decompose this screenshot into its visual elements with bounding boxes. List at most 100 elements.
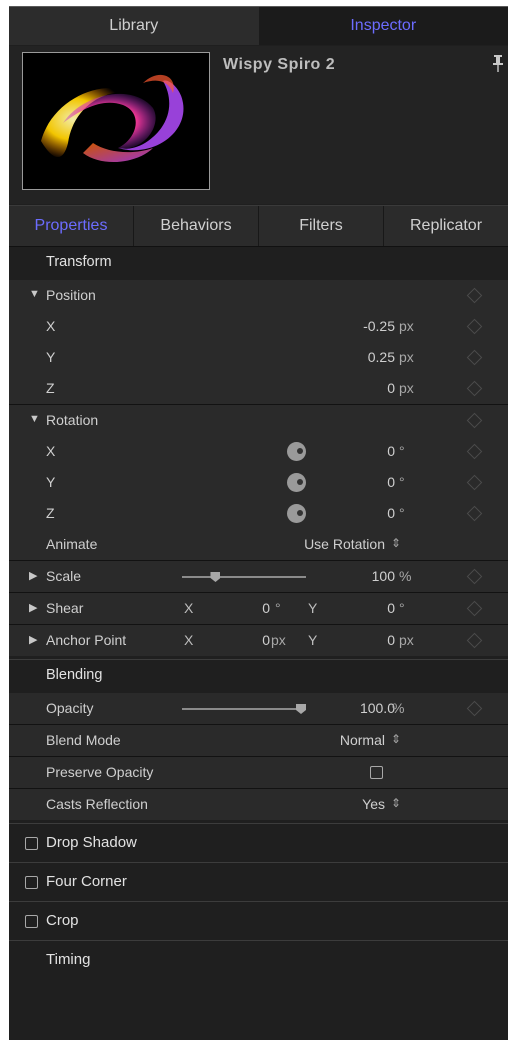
blend-mode-label: Blend Mode <box>46 732 121 748</box>
rotation-z-label: Z <box>46 505 55 521</box>
shear-row[interactable]: ▶ Shear X 0 ° Y 0 ° <box>9 593 508 624</box>
anchor-point-row[interactable]: ▶ Anchor Point X 0 px Y 0 px <box>9 625 508 656</box>
keyframe-icon[interactable] <box>466 380 483 397</box>
position-y-label: Y <box>46 349 56 365</box>
position-z-unit: px <box>399 380 414 396</box>
anchor-point-label: Anchor Point <box>46 632 127 648</box>
position-z-row: Z 0 px <box>9 373 508 404</box>
disclosure-open-icon[interactable]: ▼ <box>29 413 40 425</box>
tab-inspector[interactable]: Inspector <box>258 7 508 45</box>
drop-shadow-checkbox[interactable] <box>25 837 38 850</box>
anchor-x-unit: px <box>271 632 286 648</box>
blend-mode-popup-value[interactable]: Normal <box>340 732 385 748</box>
keyframe-icon[interactable] <box>466 443 483 460</box>
anchor-y-value[interactable]: 0 <box>387 632 395 648</box>
opacity-slider-track[interactable] <box>182 708 306 710</box>
rotation-x-row: X 0 ° <box>9 436 508 467</box>
rotation-y-value[interactable]: 0 <box>387 474 395 490</box>
animate-popup-value[interactable]: Use Rotation <box>304 536 385 552</box>
keyframe-icon[interactable] <box>466 700 483 717</box>
scale-label: Scale <box>46 568 82 584</box>
rotation-z-value[interactable]: 0 <box>387 505 395 521</box>
disclosure-closed-icon[interactable]: ▶ <box>29 633 37 646</box>
keyframe-icon[interactable] <box>466 287 483 304</box>
shear-y-label: Y <box>308 600 318 616</box>
disclosure-closed-icon[interactable]: ▶ <box>29 601 37 614</box>
shear-x-unit: ° <box>275 600 281 616</box>
opacity-unit: % <box>392 700 405 716</box>
keyframe-icon[interactable] <box>466 632 483 649</box>
position-row[interactable]: ▼ Position <box>9 280 508 311</box>
pin-icon[interactable] <box>491 54 505 74</box>
position-y-unit: px <box>399 349 414 365</box>
tab-library[interactable]: Library <box>9 7 259 45</box>
scale-unit: % <box>399 568 412 584</box>
scale-slider-track[interactable] <box>182 576 306 578</box>
position-z-value[interactable]: 0 <box>387 380 395 396</box>
position-label: Position <box>46 287 96 303</box>
tab-filters[interactable]: Filters <box>259 206 384 246</box>
opacity-slider-knob[interactable] <box>296 704 306 714</box>
keyframe-icon[interactable] <box>466 349 483 366</box>
blending-section-header[interactable]: Blending <box>9 660 508 693</box>
chevron-updown-icon[interactable]: ⇕ <box>391 732 401 746</box>
shear-y-value[interactable]: 0 <box>387 600 395 616</box>
four-corner-checkbox[interactable] <box>25 876 38 889</box>
opacity-value[interactable]: 100.0 <box>360 700 395 716</box>
preserve-opacity-row: Preserve Opacity <box>9 757 508 788</box>
position-y-value[interactable]: 0.25 <box>368 349 395 365</box>
disclosure-open-icon[interactable]: ▼ <box>29 288 40 300</box>
keyframe-icon[interactable] <box>466 318 483 335</box>
rotation-z-row: Z 0 ° <box>9 498 508 529</box>
transform-section-header[interactable]: Transform <box>9 247 508 280</box>
disclosure-closed-icon[interactable]: ▶ <box>29 569 37 582</box>
casts-reflection-popup-value[interactable]: Yes <box>362 796 385 812</box>
four-corner-section[interactable]: Four Corner <box>9 863 508 901</box>
sub-tab-bar: Properties Behaviors Filters Replicator <box>9 205 508 247</box>
rotation-z-unit: ° <box>399 505 405 521</box>
rotation-row[interactable]: ▼ Rotation <box>9 405 508 436</box>
wispy-spiro-preview-image <box>23 53 209 189</box>
animate-label: Animate <box>46 536 98 552</box>
crop-checkbox[interactable] <box>25 915 38 928</box>
rotation-x-unit: ° <box>399 443 405 459</box>
blending-heading: Blending <box>46 667 103 683</box>
rotation-dial-icon[interactable] <box>287 442 306 461</box>
shear-y-unit: ° <box>399 600 405 616</box>
shear-x-value[interactable]: 0 <box>262 600 270 616</box>
blend-mode-row: Blend Mode Normal ⇕ <box>9 725 508 756</box>
rotation-x-value[interactable]: 0 <box>387 443 395 459</box>
position-z-label: Z <box>46 380 55 396</box>
tab-replicator[interactable]: Replicator <box>384 206 508 246</box>
scale-row[interactable]: ▶ Scale 100 % <box>9 561 508 592</box>
rotation-dial-icon[interactable] <box>287 504 306 523</box>
position-x-unit: px <box>399 318 414 334</box>
keyframe-icon[interactable] <box>466 505 483 522</box>
anchor-x-value[interactable]: 0 <box>262 632 270 648</box>
rotation-x-label: X <box>46 443 56 459</box>
position-x-value[interactable]: -0.25 <box>363 318 395 334</box>
anchor-y-unit: px <box>399 632 414 648</box>
keyframe-icon[interactable] <box>466 568 483 585</box>
crop-section[interactable]: Crop <box>9 902 508 940</box>
timing-section[interactable]: Timing <box>9 941 508 979</box>
preserve-opacity-checkbox[interactable] <box>370 766 383 779</box>
rotation-group: ▼ Rotation X 0 ° Y 0 ° Z 0 ° Animate Use… <box>9 405 508 560</box>
scale-value[interactable]: 100 <box>372 568 395 584</box>
drop-shadow-section[interactable]: Drop Shadow <box>9 824 508 862</box>
chevron-updown-icon[interactable]: ⇕ <box>391 536 401 550</box>
position-y-row: Y 0.25 px <box>9 342 508 373</box>
casts-reflection-row: Casts Reflection Yes ⇕ <box>9 789 508 820</box>
chevron-updown-icon[interactable]: ⇕ <box>391 796 401 810</box>
keyframe-icon[interactable] <box>466 474 483 491</box>
rotation-dial-icon[interactable] <box>287 473 306 492</box>
rotation-y-unit: ° <box>399 474 405 490</box>
tab-properties[interactable]: Properties <box>9 206 134 246</box>
keyframe-icon[interactable] <box>466 412 483 429</box>
casts-reflection-label: Casts Reflection <box>46 796 148 812</box>
scale-slider-knob[interactable] <box>210 572 221 582</box>
properties-content: Transform ▼ Position X -0.25 px Y 0.25 p… <box>9 247 508 979</box>
keyframe-icon[interactable] <box>466 600 483 617</box>
opacity-row: Opacity 100.0 % <box>9 693 508 724</box>
tab-behaviors[interactable]: Behaviors <box>134 206 259 246</box>
